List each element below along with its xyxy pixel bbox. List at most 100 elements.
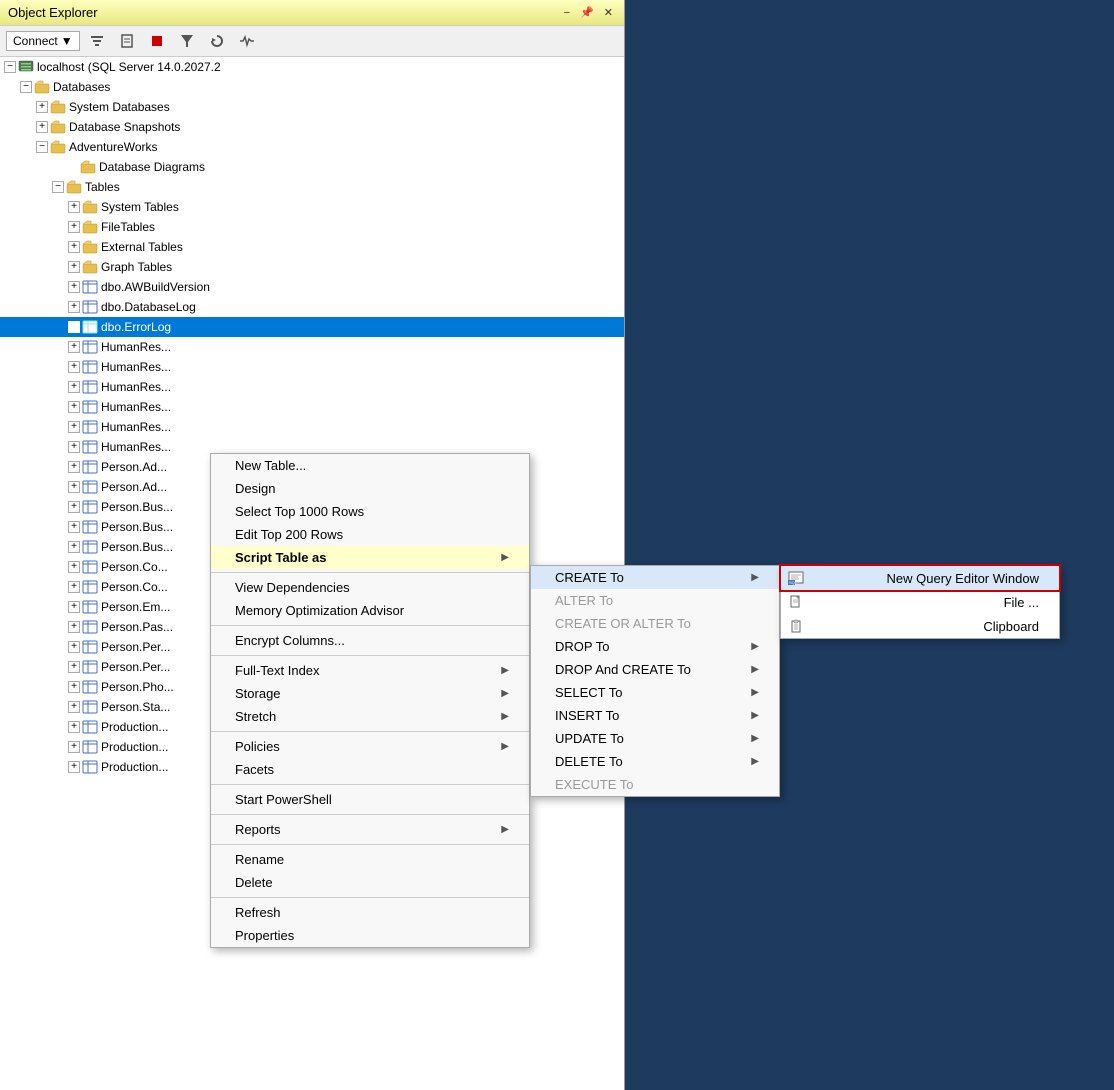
tree-node-humanres3[interactable]: HumanRes... [0,377,624,397]
expand-databaselog[interactable] [68,301,80,313]
expand-humanres5[interactable] [68,421,80,433]
expand-filetables[interactable] [68,221,80,233]
tree-node-humanres2[interactable]: HumanRes... [0,357,624,377]
expand-server[interactable] [4,61,16,73]
menu-rename[interactable]: Rename [211,848,529,871]
expand-databases[interactable] [20,81,32,93]
expand-person-per2[interactable] [68,661,80,673]
expand-humanres6[interactable] [68,441,80,453]
expand-person-co2[interactable] [68,581,80,593]
expand-humanres3[interactable] [68,381,80,393]
expand-humanres2[interactable] [68,361,80,373]
tree-node-adventureworks[interactable]: AdventureWorks [0,137,624,157]
menu-create-to[interactable]: CREATE To ▶ [531,566,779,589]
menu-script-table[interactable]: Script Table as ▶ [211,546,529,569]
connect-button[interactable]: Connect ▼ [6,31,80,51]
activity-icon [239,33,255,49]
tree-node-humanres5[interactable]: HumanRes... [0,417,624,437]
table-humanres5-icon [82,419,98,435]
menu-drop-and-create-to[interactable]: DROP And CREATE To ▶ [531,658,779,681]
expand-prod3[interactable] [68,761,80,773]
menu-memory-advisor[interactable]: Memory Optimization Advisor [211,599,529,622]
menu-edit-top[interactable]: Edit Top 200 Rows [211,523,529,546]
menu-fulltext-index[interactable]: Full-Text Index ▶ [211,659,529,682]
menu-design[interactable]: Design [211,477,529,500]
filter-toolbar-button[interactable] [84,30,110,52]
tree-node-graph-tables[interactable]: Graph Tables [0,257,624,277]
menu-file[interactable]: File ... [781,590,1059,614]
menu-update-to[interactable]: UPDATE To ▶ [531,727,779,750]
pin-button[interactable]: 📌 [577,5,597,20]
menu-properties[interactable]: Properties [211,924,529,947]
tree-node-databaselog[interactable]: dbo.DatabaseLog [0,297,624,317]
tree-node-awbuildversion[interactable]: dbo.AWBuildVersion [0,277,624,297]
expand-person-pas[interactable] [68,621,80,633]
menu-clipboard[interactable]: Clipboard [781,614,1059,638]
expand-person-em[interactable] [68,601,80,613]
expand-tables[interactable] [52,181,64,193]
expand-errorlog[interactable] [68,321,80,333]
expand-prod2[interactable] [68,741,80,753]
menu-refresh[interactable]: Refresh [211,901,529,924]
expand-person-pho[interactable] [68,681,80,693]
minimize-button[interactable]: − [561,6,573,20]
menu-policies[interactable]: Policies ▶ [211,735,529,758]
expand-system-databases[interactable] [36,101,48,113]
tree-node-filetables[interactable]: FileTables [0,217,624,237]
tree-node-errorlog[interactable]: dbo.ErrorLog [0,317,624,337]
menu-select-top[interactable]: Select Top 1000 Rows [211,500,529,523]
tree-node-humanres1[interactable]: HumanRes... [0,337,624,357]
menu-reports[interactable]: Reports ▶ [211,818,529,841]
tree-node-diagrams[interactable]: Database Diagrams [0,157,624,177]
menu-insert-to[interactable]: INSERT To ▶ [531,704,779,727]
expand-person-bus3[interactable] [68,541,80,553]
filter2-toolbar-button[interactable] [174,30,200,52]
menu-new-query-editor[interactable]: SQL New Query Editor Window [781,566,1059,590]
reports-arrow: ▶ [501,824,509,835]
humanres6-label: HumanRes... [101,437,171,457]
expand-prod1[interactable] [68,721,80,733]
menu-stretch[interactable]: Stretch ▶ [211,705,529,728]
expand-humanres1[interactable] [68,341,80,353]
table-humanres6-icon [82,439,98,455]
menu-encrypt-columns[interactable]: Encrypt Columns... [211,629,529,652]
menu-start-powershell[interactable]: Start PowerShell [211,788,529,811]
expand-person-bus1[interactable] [68,501,80,513]
menu-view-dependencies[interactable]: View Dependencies [211,576,529,599]
menu-select-to[interactable]: SELECT To ▶ [531,681,779,704]
menu-new-table[interactable]: New Table... [211,454,529,477]
activity-toolbar-button[interactable] [234,30,260,52]
menu-facets[interactable]: Facets [211,758,529,781]
menu-delete-to[interactable]: DELETE To ▶ [531,750,779,773]
tree-node-system-tables[interactable]: System Tables [0,197,624,217]
expand-person-bus2[interactable] [68,521,80,533]
tree-node-humanres4[interactable]: HumanRes... [0,397,624,417]
expand-person-per1[interactable] [68,641,80,653]
tree-node-server[interactable]: localhost (SQL Server 14.0.2027.2 [0,57,624,77]
tree-node-external-tables[interactable]: External Tables [0,237,624,257]
tree-node-tables[interactable]: Tables [0,177,624,197]
menu-delete[interactable]: Delete [211,871,529,894]
expand-system-tables[interactable] [68,201,80,213]
expand-person-co1[interactable] [68,561,80,573]
menu-drop-to[interactable]: DROP To ▶ [531,635,779,658]
stop-toolbar-button[interactable] [144,30,170,52]
expand-humanres4[interactable] [68,401,80,413]
expand-adventureworks[interactable] [36,141,48,153]
tree-node-system-databases[interactable]: System Databases [0,97,624,117]
expand-graph-tables[interactable] [68,261,80,273]
expand-awbuildversion[interactable] [68,281,80,293]
expand-external-tables[interactable] [68,241,80,253]
properties-toolbar-button[interactable] [114,30,140,52]
expand-person-ad1[interactable] [68,461,80,473]
expand-snapshots[interactable] [36,121,48,133]
close-button[interactable]: ✕ [601,5,616,20]
refresh-toolbar-button[interactable] [204,30,230,52]
tree-node-snapshots[interactable]: Database Snapshots [0,117,624,137]
menu-storage[interactable]: Storage ▶ [211,682,529,705]
menu-start-powershell-label: Start PowerShell [235,792,332,807]
expand-person-sta[interactable] [68,701,80,713]
expand-person-ad2[interactable] [68,481,80,493]
tree-node-databases[interactable]: Databases [0,77,624,97]
menu-select-to-label: SELECT To [555,685,622,700]
